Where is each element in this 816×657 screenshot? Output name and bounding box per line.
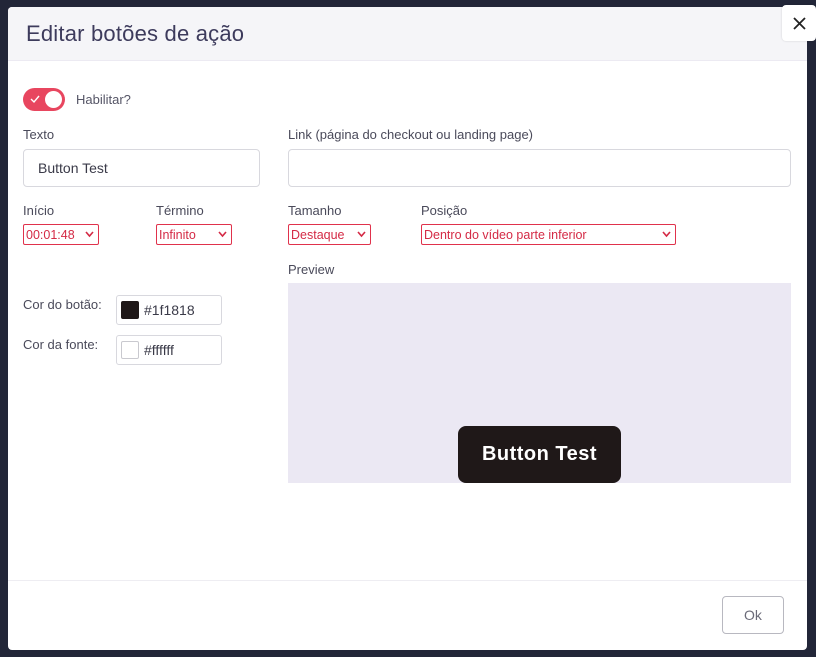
enable-row: Habilitar? [23, 88, 131, 111]
link-label: Link (página do checkout ou landing page… [288, 127, 534, 142]
text-label: Texto [23, 127, 55, 142]
end-label: Término [156, 203, 204, 218]
font-color-swatch [121, 341, 139, 359]
modal-title: Editar botões de ação [26, 20, 245, 46]
preview-button[interactable]: Button Test [458, 426, 621, 483]
position-select-value: Dentro do vídeo parte inferior [424, 227, 587, 242]
check-icon [30, 95, 40, 104]
chevron-down-icon [662, 231, 671, 238]
edit-action-buttons-dialog: Editar botões de ação Habilitar? Texto B… [8, 7, 807, 650]
chevron-down-icon [218, 231, 227, 238]
button-color-swatch [121, 301, 139, 319]
font-color-label: Cor da fonte: [23, 337, 99, 352]
end-select-value: Infinito [159, 227, 196, 242]
close-button[interactable] [782, 5, 816, 41]
position-label: Posição [421, 203, 468, 218]
preview-label: Preview [288, 262, 335, 277]
button-color-picker[interactable]: #1f1818 [116, 295, 222, 325]
ok-button[interactable]: Ok [722, 596, 784, 634]
footer-divider [8, 580, 807, 581]
toggle-knob [45, 91, 62, 108]
start-label: Início [23, 203, 55, 218]
button-color-label: Cor do botão: [23, 297, 102, 312]
font-color-value: #ffffff [144, 342, 174, 358]
button-color-value: #1f1818 [144, 302, 195, 318]
chevron-down-icon [357, 231, 366, 238]
link-input[interactable] [288, 149, 791, 187]
position-select[interactable]: Dentro do vídeo parte inferior [421, 224, 676, 245]
start-select[interactable]: 00:01:48 [23, 224, 99, 245]
size-label: Tamanho [288, 203, 342, 218]
size-select[interactable]: Destaque [288, 224, 371, 245]
preview-area: Button Test [288, 283, 791, 483]
end-select[interactable]: Infinito [156, 224, 232, 245]
start-select-value: 00:01:48 [26, 227, 75, 242]
size-select-value: Destaque [291, 227, 345, 242]
chevron-down-icon [85, 231, 94, 238]
enable-toggle[interactable] [23, 88, 65, 111]
text-input[interactable]: Button Test [23, 149, 260, 187]
modal-header: Editar botões de ação [8, 7, 807, 61]
font-color-picker[interactable]: #ffffff [116, 335, 222, 365]
close-icon [792, 16, 806, 30]
enable-label: Habilitar? [76, 92, 131, 107]
